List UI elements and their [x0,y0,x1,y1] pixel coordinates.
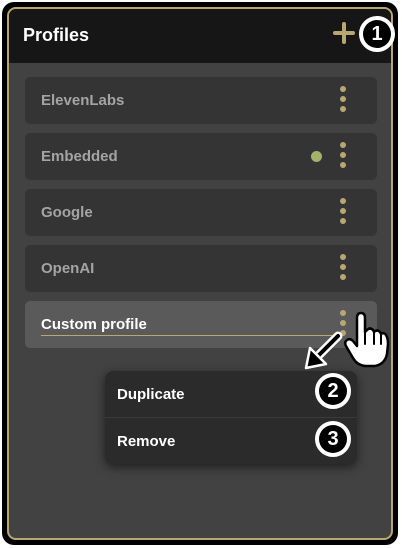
menu-item-label: Remove [117,433,176,450]
profile-label: Google [41,204,93,221]
panel-header: Profiles [9,9,391,63]
callout-badge-3: 3 [315,421,351,457]
kebab-menu-icon[interactable] [339,86,347,114]
callout-number: 3 [319,425,347,453]
profile-label: ElevenLabs [41,92,125,109]
callout-badge-2: 2 [315,373,351,409]
selection-underline [41,335,335,336]
callout-number: 2 [319,377,347,405]
kebab-menu-icon[interactable] [339,254,347,282]
profile-item-elevenlabs[interactable]: ElevenLabs [25,77,377,124]
arrow-icon [304,331,343,370]
callout-number: 1 [363,20,391,48]
page-title: Profiles [23,25,90,45]
profile-item-openai[interactable]: OpenAI [25,245,377,292]
kebab-menu-icon[interactable] [339,198,347,226]
pointer-hand-icon [343,311,390,368]
kebab-menu-icon[interactable] [339,142,347,170]
profile-item-embedded[interactable]: Embedded [25,133,377,180]
profile-label: Custom profile [41,316,147,333]
callout-badge-1: 1 [359,16,395,52]
plus-icon[interactable] [333,21,357,45]
profile-label: OpenAI [41,260,95,277]
active-status-dot [311,151,322,162]
profiles-panel: Profiles ElevenLabs Embedded Google Open… [2,2,398,545]
profile-label: Embedded [41,148,118,165]
profiles-panel-body: Profiles ElevenLabs Embedded Google Open… [7,7,393,540]
profile-item-google[interactable]: Google [25,189,377,236]
menu-item-label: Duplicate [117,386,185,403]
